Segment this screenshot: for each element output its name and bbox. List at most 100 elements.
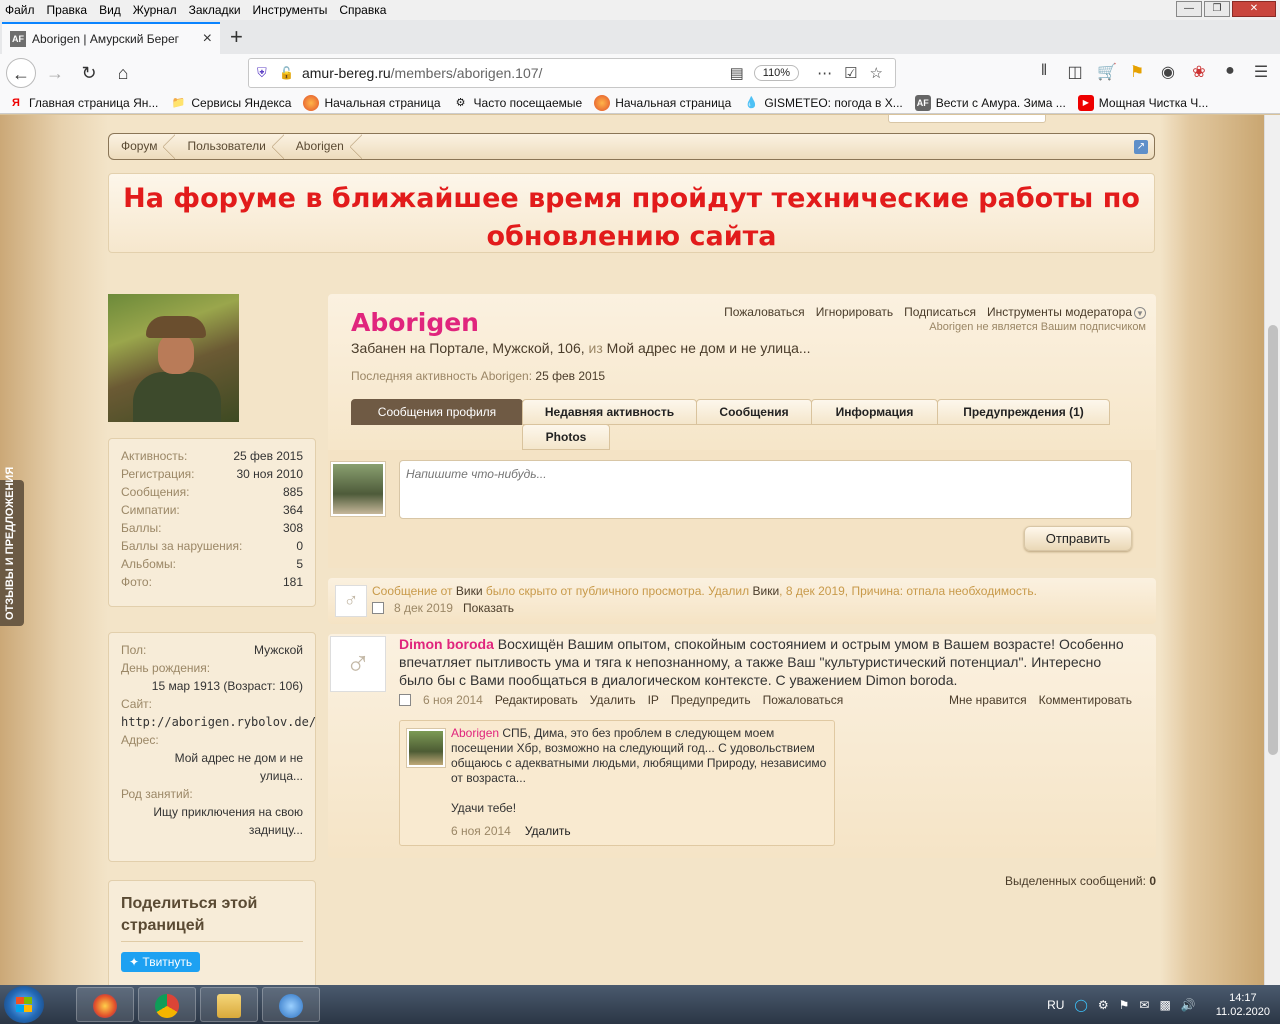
feedback-tab[interactable]: ОТЗЫВЫ И ПРЕДЛОЖЕНИЯ: [0, 467, 24, 626]
taskbar-chrome[interactable]: [138, 987, 196, 1022]
sidebar-icon[interactable]: ◫: [1066, 62, 1084, 82]
extension-dog-icon[interactable]: ●: [1221, 62, 1239, 82]
network-tool-icon[interactable]: ⚙: [1098, 998, 1109, 1012]
menu-file[interactable]: Файл: [0, 3, 41, 17]
warn-link[interactable]: Предупредить: [671, 693, 751, 707]
language-indicator[interactable]: RU: [1047, 998, 1064, 1012]
reader-view-icon[interactable]: ▤: [730, 64, 744, 82]
cart-icon[interactable]: 🛒: [1097, 62, 1117, 82]
flag-icon[interactable]: ⚑: [1128, 62, 1146, 82]
post-author[interactable]: Dimon boroda: [399, 636, 494, 652]
address-bar[interactable]: ⛨ 🔓 amur-bereg.ru/members/aborigen.107/ …: [248, 58, 896, 88]
insecure-lock-icon[interactable]: 🔓: [279, 66, 294, 80]
select-checkbox[interactable]: [372, 602, 384, 614]
report-link[interactable]: Пожаловаться: [724, 305, 805, 319]
follow-link[interactable]: Подписаться: [904, 305, 976, 319]
bookmark-item[interactable]: 💧 GISMETEO: погода в Х...: [743, 95, 902, 111]
taskbar-explorer[interactable]: [200, 987, 258, 1022]
pocket-icon[interactable]: ☑: [844, 64, 857, 82]
stat-value[interactable]: 5: [296, 555, 303, 573]
mail-tray-icon[interactable]: ✉: [1139, 998, 1149, 1012]
tab-information[interactable]: Информация: [811, 399, 938, 425]
breadcrumb-users[interactable]: Пользователи: [175, 134, 285, 159]
ie-icon[interactable]: ◯: [1074, 998, 1087, 1012]
close-tab-icon[interactable]: ×: [203, 30, 212, 48]
moderator-tools-link[interactable]: Инструменты модератора ▼: [987, 305, 1146, 319]
start-button[interactable]: [4, 986, 44, 1023]
url-text[interactable]: amur-bereg.ru/members/aborigen.107/: [302, 65, 730, 81]
menu-history[interactable]: Журнал: [127, 3, 183, 17]
action-center-icon[interactable]: ⚑: [1119, 998, 1130, 1012]
comment-delete-link[interactable]: Удалить: [525, 824, 571, 838]
clock[interactable]: 14:17 11.02.2020: [1216, 991, 1270, 1019]
bookmark-item[interactable]: ▶ Мощная Чистка Ч...: [1077, 94, 1208, 111]
menu-help[interactable]: Справка: [333, 3, 392, 17]
account-icon[interactable]: ◉: [1159, 62, 1177, 82]
restore-icon[interactable]: ❐: [1204, 1, 1230, 17]
volume-icon[interactable]: 🔊: [1181, 998, 1196, 1012]
profile-post-input[interactable]: [399, 460, 1132, 519]
show-link[interactable]: Показать: [463, 601, 514, 615]
taskbar-firefox[interactable]: [76, 987, 134, 1022]
network-icon[interactable]: ▩: [1159, 998, 1170, 1012]
jump-to-top-icon[interactable]: ↗: [1134, 140, 1148, 154]
send-button[interactable]: Отправить: [1024, 526, 1132, 551]
breadcrumb-aborigen[interactable]: Aborigen: [284, 134, 362, 159]
new-tab-icon[interactable]: +: [230, 24, 243, 50]
select-checkbox[interactable]: [399, 694, 411, 706]
page-actions-icon[interactable]: ⋯: [817, 64, 832, 82]
male-avatar-icon[interactable]: ♂: [335, 585, 367, 617]
bookmark-item[interactable]: AF Вести с Амура. Зима ...: [914, 94, 1066, 111]
tweet-button[interactable]: ✦ Твитнуть: [121, 952, 201, 972]
minimize-icon[interactable]: —: [1176, 1, 1202, 17]
scrollbar-thumb[interactable]: [1268, 325, 1278, 755]
ip-link[interactable]: IP: [648, 693, 659, 707]
male-avatar-icon[interactable]: ♂: [330, 636, 386, 692]
browser-tab[interactable]: AF Aborigen | Амурский Берег ×: [2, 22, 220, 54]
post-date[interactable]: 6 ноя 2014: [423, 693, 483, 707]
profile-avatar[interactable]: [108, 294, 239, 422]
comment-link[interactable]: Комментировать: [1039, 693, 1132, 707]
delete-link[interactable]: Удалить: [590, 693, 636, 707]
menu-view[interactable]: Вид: [93, 3, 127, 17]
stat-value[interactable]: 308: [283, 519, 303, 537]
menu-edit[interactable]: Правка: [41, 3, 94, 17]
hamburger-menu-icon[interactable]: ☰: [1252, 62, 1270, 82]
my-avatar[interactable]: [330, 461, 386, 517]
bookmark-item[interactable]: 📁 Сервисы Яндекса: [170, 95, 292, 111]
breadcrumb-forum[interactable]: Форум: [109, 134, 176, 159]
back-icon[interactable]: ←: [6, 58, 36, 88]
tab-warnings[interactable]: Предупреждения (1): [937, 399, 1110, 425]
comment-author[interactable]: Aborigen: [451, 726, 499, 740]
tab-photos[interactable]: Photos: [522, 424, 610, 450]
tab-profile-posts[interactable]: Сообщения профиля: [351, 399, 523, 425]
bookmark-item[interactable]: Я Главная страница Ян...: [8, 95, 158, 111]
bookmark-item[interactable]: ⚙ Часто посещаемые: [453, 95, 583, 111]
menu-bookmarks[interactable]: Закладки: [183, 3, 247, 17]
comment-avatar[interactable]: [406, 728, 446, 768]
tab-recent-activity[interactable]: Недавняя активность: [522, 399, 697, 425]
site-search-input[interactable]: [888, 115, 1046, 123]
bookmark-item[interactable]: Начальная страница: [594, 94, 731, 111]
page-scrollbar[interactable]: [1264, 115, 1280, 985]
deleted-author[interactable]: Вики: [456, 584, 483, 598]
bookmark-item[interactable]: Начальная страница: [303, 94, 441, 111]
bookmark-star-icon[interactable]: ☆: [870, 64, 883, 82]
menu-tools[interactable]: Инструменты: [247, 3, 334, 17]
close-window-icon[interactable]: ✕: [1232, 1, 1276, 17]
zoom-indicator[interactable]: 110%: [753, 65, 800, 81]
forward-icon[interactable]: →: [40, 58, 70, 88]
extension-icon[interactable]: ❀: [1190, 62, 1208, 82]
tab-postings[interactable]: Сообщения: [696, 399, 812, 425]
edit-link[interactable]: Редактировать: [495, 693, 578, 707]
report-post-link[interactable]: Пожаловаться: [763, 693, 844, 707]
home-icon[interactable]: ⌂: [108, 58, 138, 88]
taskbar-mail[interactable]: [262, 987, 320, 1022]
like-link[interactable]: Мне нравится: [949, 693, 1027, 707]
stat-value[interactable]: 885: [283, 483, 303, 501]
reload-icon[interactable]: ↻: [74, 58, 104, 88]
library-icon[interactable]: ‖: [1035, 62, 1053, 82]
stat-value[interactable]: 181: [283, 573, 303, 591]
deleted-by[interactable]: Вики: [752, 584, 779, 598]
ignore-link[interactable]: Игнорировать: [816, 305, 893, 319]
